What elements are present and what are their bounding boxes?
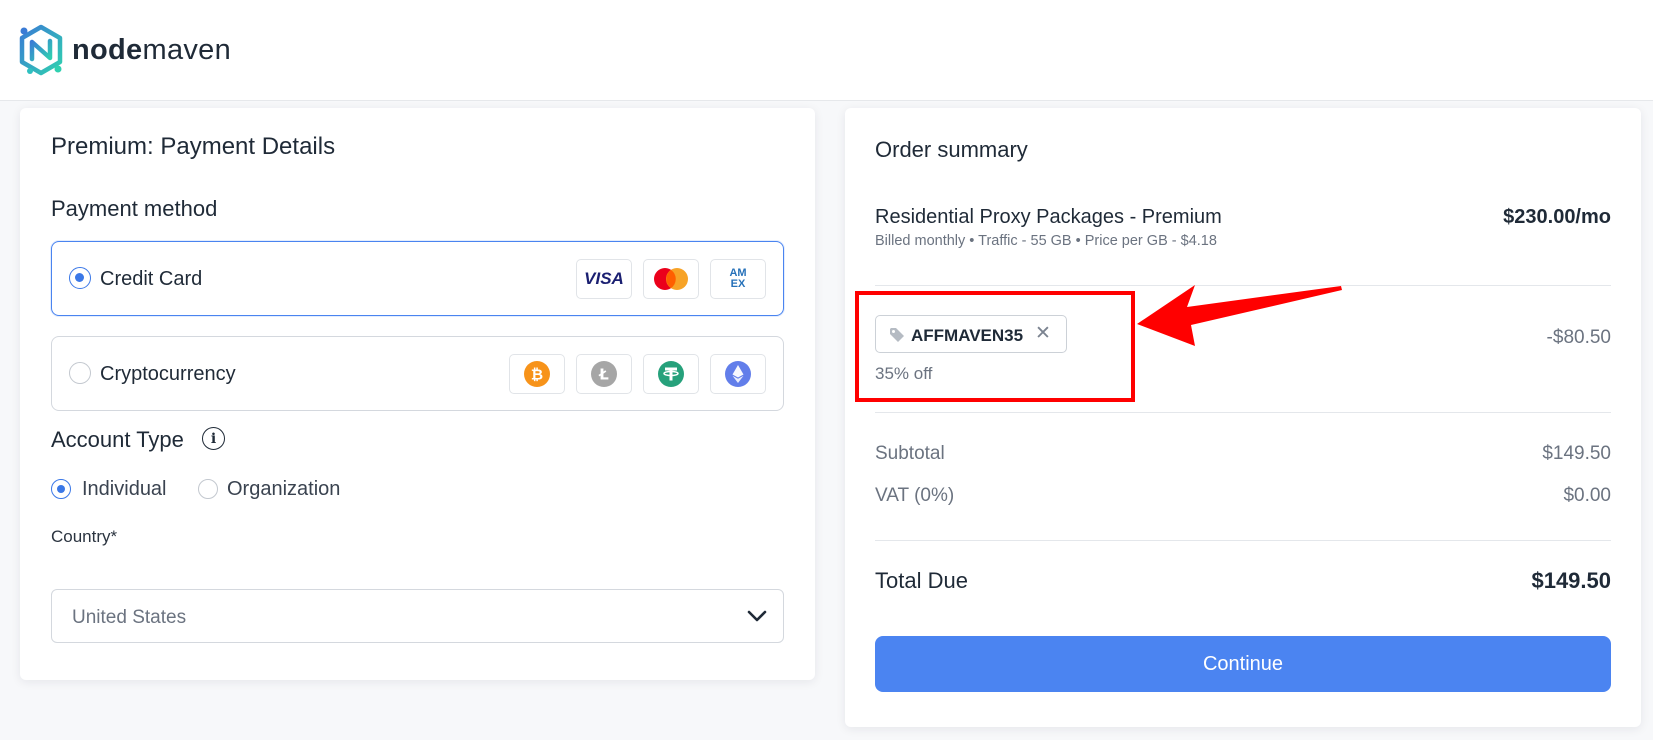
subtotal-value: $149.50: [1542, 443, 1611, 464]
payment-option-crypto[interactable]: Cryptocurrency ₿ Ł: [51, 336, 784, 411]
logo-wordmark: nodemaven: [72, 33, 232, 66]
total-due-value: $149.50: [1531, 568, 1611, 593]
item-title: Residential Proxy Packages - Premium: [875, 206, 1222, 228]
info-glyph: i: [210, 430, 217, 447]
total-due-label: Total Due: [875, 568, 968, 593]
top-bar: nodemaven: [0, 0, 1653, 101]
payment-method-heading: Payment method: [51, 196, 218, 221]
bitcoin-icon: ₿: [509, 354, 565, 394]
divider: [875, 412, 1611, 413]
organization-radio[interactable]: [198, 479, 218, 499]
payment-option-credit-card[interactable]: Credit Card VISA AM EX: [51, 241, 784, 316]
ethereum-icon: [710, 354, 766, 394]
organization-label[interactable]: Organization: [227, 478, 340, 501]
svg-text:₿: ₿: [531, 366, 543, 384]
tether-icon: [643, 354, 699, 394]
litecoin-icon: Ł: [576, 354, 632, 394]
account-type-heading: Account Type: [51, 427, 184, 452]
visa-icon: VISA: [576, 259, 632, 299]
individual-radio[interactable]: [51, 479, 71, 499]
mastercard-icon: [643, 259, 699, 299]
divider: [875, 540, 1611, 541]
annotation-highlight-box: [855, 291, 1135, 402]
nodemaven-logo-icon: [19, 24, 63, 76]
subtotal-label: Subtotal: [875, 443, 945, 464]
vat-value: $0.00: [1563, 485, 1611, 506]
country-label: Country*: [51, 527, 118, 546]
item-price: $230.00/mo: [1503, 206, 1611, 228]
amex-icon: AM EX: [710, 259, 766, 299]
payment-details-card: Premium: Payment Details Payment method …: [20, 108, 815, 680]
item-details: Billed monthly • Traffic - 55 GB • Price…: [875, 233, 1217, 249]
chevron-down-icon: [747, 610, 767, 622]
crypto-radio[interactable]: [69, 362, 91, 384]
credit-card-label: Credit Card: [100, 268, 203, 290]
nodemaven-logo[interactable]: nodemaven: [18, 24, 231, 76]
info-icon[interactable]: i: [202, 427, 225, 450]
amex-text: AM EX: [729, 267, 747, 290]
discount-amount: -$80.50: [1546, 327, 1611, 348]
credit-card-radio[interactable]: [69, 267, 91, 289]
svg-text:Ł: Ł: [598, 366, 609, 384]
visa-text: VISA: [584, 269, 624, 288]
order-summary-title: Order summary: [875, 137, 1028, 162]
order-summary-card: Order summary Residential Proxy Packages…: [845, 108, 1641, 727]
individual-label[interactable]: Individual: [82, 478, 167, 501]
vat-label: VAT (0%): [875, 485, 955, 506]
country-select[interactable]: United States: [51, 589, 784, 643]
country-value: United States: [72, 607, 187, 628]
continue-button[interactable]: Continue: [875, 636, 1611, 692]
page-title: Premium: Payment Details: [51, 133, 336, 160]
annotation-arrow: [1137, 285, 1342, 346]
crypto-label: Cryptocurrency: [100, 363, 236, 385]
